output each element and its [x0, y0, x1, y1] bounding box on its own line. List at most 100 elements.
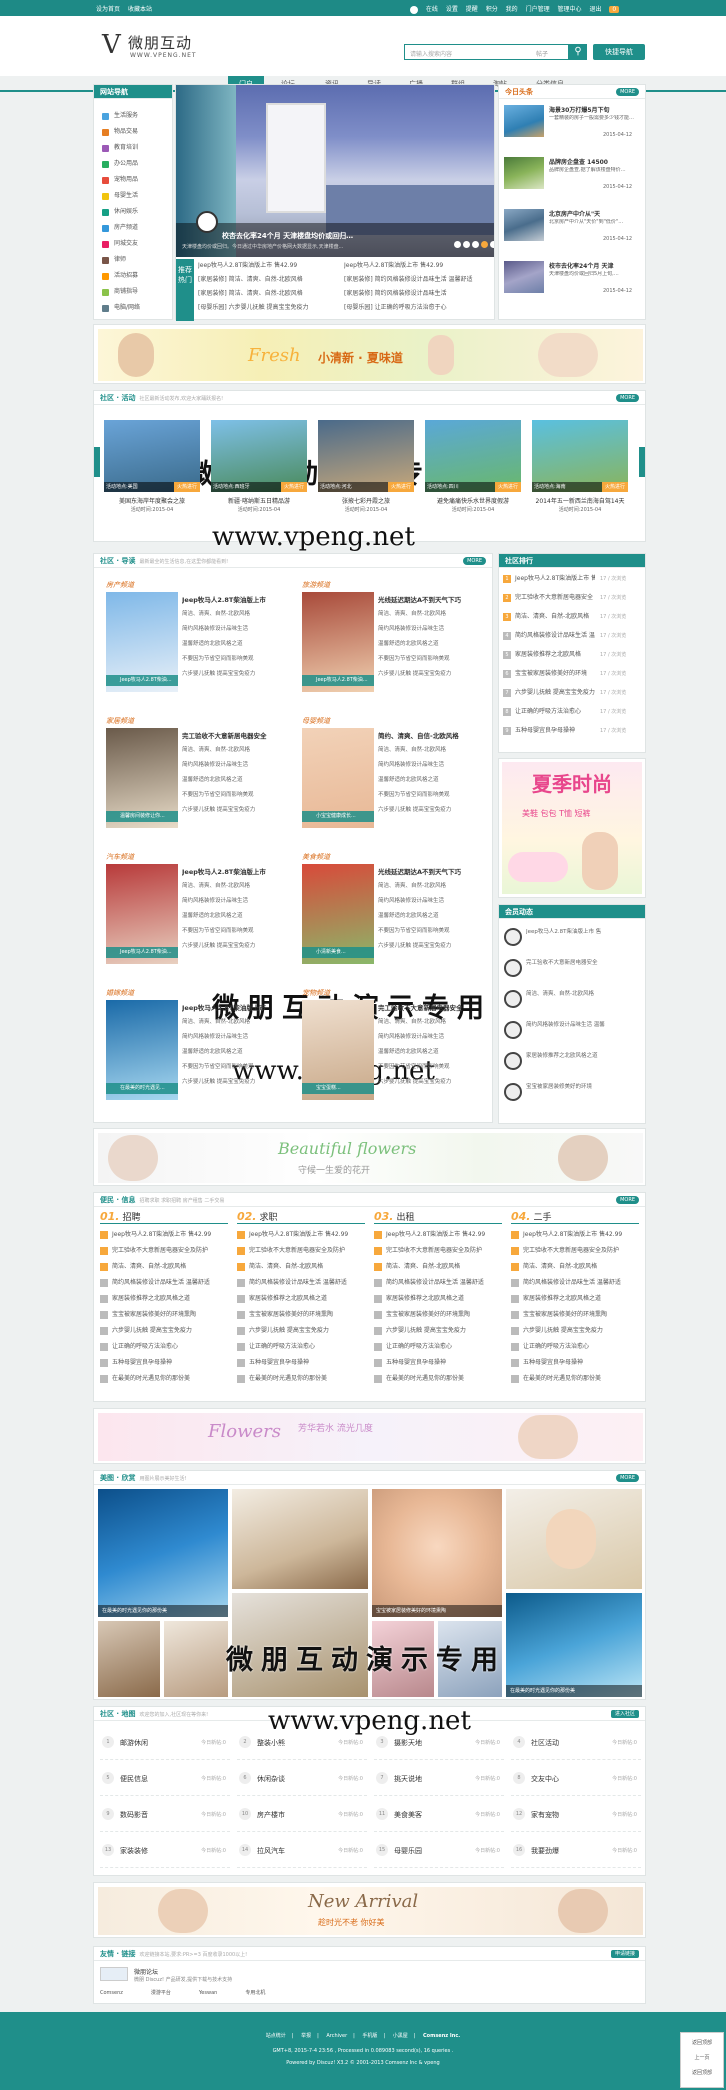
info-item[interactable]: 简约风格装修设计品味生活 温馨舒适 [100, 1278, 228, 1288]
forum-item[interactable]: 16 我要劲爆 今日新帖:0 [511, 1838, 641, 1868]
rank-item[interactable]: 8 让正确的呼吸方法治愈心 [503, 707, 595, 717]
quick-nav-button[interactable]: 快捷导航 [593, 44, 645, 60]
guide-line[interactable]: 简洁、清爽、自然-北欧风格 [378, 1018, 482, 1027]
search-button[interactable]: ⚲ [569, 44, 587, 60]
gallery-image[interactable] [506, 1489, 642, 1589]
guide-line[interactable]: 温馨舒适的北欧风格之道 [182, 640, 286, 649]
apply-link-button[interactable]: 申请链接 [610, 1950, 639, 1958]
info-item[interactable]: 家居装修推荐之北欧风格之道 [511, 1294, 639, 1304]
guide-line[interactable]: 温馨舒适的北欧风格之道 [378, 912, 482, 921]
info-item[interactable]: 让正确的呼吸方法治愈心 [100, 1342, 228, 1352]
activity-title[interactable]: 新疆·喀纳斯五日精品游 [211, 496, 307, 505]
info-item[interactable]: 五种母婴宜良孕母操神 [511, 1358, 639, 1368]
guide-title[interactable]: Jeep牧马人2.8T柴油版上市 [182, 1002, 286, 1012]
rank-item[interactable]: 7 六步婴儿抚触 提高宝宝免疫力 [503, 688, 595, 698]
banner-fresh[interactable]: Fresh 小清新 · 夏味道 [93, 324, 646, 384]
enter-forum-button[interactable]: 进入社区 [610, 1710, 639, 1718]
guide-title[interactable]: Jeep牧马人2.8T柴油版上市 [182, 594, 286, 604]
info-item[interactable]: Jeep牧马人2.8T柴油版上市 售42.99 [511, 1230, 639, 1240]
guide-line[interactable]: 简洁、清爽、自然-北欧风格 [378, 746, 482, 755]
guide-line[interactable]: 简洁、清爽、自然-北欧风格 [378, 610, 482, 619]
guide-category[interactable]: 婚嫁频道 [106, 988, 134, 998]
search-type-select[interactable]: 帖子 [536, 49, 548, 58]
logo-icon[interactable]: V [102, 30, 121, 60]
side-prev[interactable]: 上一页 [681, 2046, 723, 2061]
side-top[interactable]: 返回顶部 [681, 2061, 723, 2076]
info-item[interactable]: Jeep牧马人2.8T柴油版上市 售42.99 [237, 1230, 365, 1240]
forum-item[interactable]: 2 整装小熊 今日新帖:0 [237, 1730, 367, 1760]
recommend-link[interactable]: Jeep牧马人2.8T柴油版上市 售42.99 [344, 261, 492, 271]
rank-item[interactable]: 9 五种母婴宜良孕母操神 [503, 726, 595, 736]
headline-title[interactable]: 北京房产中介从"天 [549, 209, 643, 218]
guide-line[interactable]: 温馨舒适的北欧风格之道 [182, 912, 286, 921]
link-item[interactable]: 漫游平台 [151, 1990, 171, 1996]
member-activity[interactable]: 完工验收不大意新居电器安全 [526, 959, 642, 977]
sidebar-item[interactable]: 教育培训 [100, 141, 170, 155]
headline-image[interactable] [504, 209, 544, 241]
forum-item[interactable]: 7 挑天说地 今日新帖:0 [374, 1766, 504, 1796]
guide-line[interactable]: 简洁、清爽、自然-北欧风格 [182, 882, 286, 891]
guide-line[interactable]: 不要因为节省空间而影响美观 [378, 1063, 482, 1072]
portal-admin-link[interactable]: 门户管理 [526, 6, 550, 13]
footer-link[interactable]: Comsenz Inc. [423, 2033, 460, 2039]
guide-category[interactable]: 汽车频道 [106, 852, 134, 862]
online-link[interactable]: 在线 [426, 6, 438, 13]
recommend-link[interactable]: [家居装修] 简洁、清爽、自然-北欧风格 [198, 275, 338, 285]
guide-category[interactable]: 房产频道 [106, 580, 134, 590]
forum-item[interactable]: 11 美食美客 今日新帖:0 [374, 1802, 504, 1832]
guide-line[interactable]: 温馨舒适的北欧风格之道 [378, 1048, 482, 1057]
sidebar-item[interactable]: 休闲娱乐 [100, 205, 170, 219]
set-homepage-link[interactable]: 设为首页 [96, 6, 120, 13]
side-back-top[interactable]: 返回顶部 [681, 2033, 723, 2046]
forum-item[interactable]: 15 母婴乐园 今日新帖:0 [374, 1838, 504, 1868]
info-item[interactable]: 简约风格装修设计品味生活 温馨舒适 [511, 1278, 639, 1288]
forum-name[interactable]: 便民信息 [120, 1774, 148, 1784]
info-item[interactable]: 家居装修推荐之北欧风格之道 [374, 1294, 502, 1304]
info-item[interactable]: 五种母婴宜良孕母操神 [100, 1358, 228, 1368]
info-item[interactable]: 完工验收不大意新居电器安全及防护 [237, 1246, 365, 1256]
slider-caption[interactable]: 校杏去化率24个月 天津楼盘均价或回归… [222, 231, 353, 241]
next-arrow-icon[interactable] [639, 447, 645, 477]
info-item[interactable]: 五种母婴宜良孕母操神 [374, 1358, 502, 1368]
more-button[interactable]: MORE [616, 1196, 639, 1204]
guide-line[interactable]: 简约风格装修设计品味生活 [182, 625, 286, 634]
info-item[interactable]: 宝宝被家居装修美好的环境熏陶 [511, 1310, 639, 1320]
gallery-image[interactable]: 在最美的时光遇见你的那份美 [98, 1489, 228, 1617]
gallery-image[interactable] [98, 1621, 160, 1697]
info-item[interactable]: 简洁、清爽、自然-北欧风格 [511, 1262, 639, 1272]
forum-name[interactable]: 社区活动 [531, 1738, 559, 1748]
guide-line[interactable]: 简约风格装修设计品味生活 [378, 1033, 482, 1042]
guide-line[interactable]: 六步婴儿抚触 提高宝宝免疫力 [378, 670, 482, 679]
headline-image[interactable] [504, 261, 544, 293]
sidebar-item[interactable]: 电脑/网络 [100, 301, 170, 315]
activity-title[interactable]: 美国东海岸年度聚会之旅 [104, 496, 200, 505]
summer-ad[interactable]: 夏季时尚 美鞋 包包 T恤 短裤 [498, 758, 646, 898]
info-item[interactable]: 完工验收不大意新居电器安全及防护 [374, 1246, 502, 1256]
reminder-link[interactable]: 提醒 [466, 6, 478, 13]
recommend-link[interactable]: [家居装修] 简洁、清爽、自然-北欧风格 [198, 289, 338, 299]
recommend-link[interactable]: Jeep牧马人2.8T柴油版上市 售42.99 [198, 261, 338, 271]
guide-line[interactable]: 六步婴儿抚触 提高宝宝免疫力 [378, 806, 482, 815]
guide-line[interactable]: 不要因为节省空间而影响美观 [182, 1063, 286, 1072]
info-column-header[interactable]: 01. 招聘 [100, 1210, 228, 1224]
member-avatar[interactable] [504, 959, 522, 977]
footer-link[interactable]: 小黑屋 [393, 2033, 408, 2039]
guide-line[interactable]: 简约风格装修设计品味生活 [182, 761, 286, 770]
guide-line[interactable]: 六步婴儿抚触 提高宝宝免疫力 [182, 942, 286, 951]
forum-name[interactable]: 房产楼市 [257, 1810, 285, 1820]
footer-link[interactable]: Archiver [326, 2033, 347, 2039]
guide-line[interactable]: 温馨舒适的北欧风格之道 [182, 1048, 286, 1057]
info-item[interactable]: 在最美的时光遇见你的那份美 [237, 1374, 365, 1384]
sidebar-item[interactable]: 物品交易 [100, 125, 170, 139]
guide-line[interactable]: 简约风格装修设计品味生活 [378, 625, 482, 634]
guide-category[interactable]: 美食频道 [302, 852, 330, 862]
more-button[interactable]: MORE [616, 394, 639, 402]
guide-image[interactable]: 小宝宝健康成长... [302, 728, 374, 828]
guide-line[interactable]: 六步婴儿抚触 提高宝宝免疫力 [182, 670, 286, 679]
guide-line[interactable]: 温馨舒适的北欧风格之道 [182, 776, 286, 785]
info-item[interactable]: 宝宝被家居装修美好的环境熏陶 [237, 1310, 365, 1320]
info-item[interactable]: 六步婴儿抚触 提高宝宝免疫力 [100, 1326, 228, 1336]
forum-item[interactable]: 12 家有宠物 今日新帖:0 [511, 1802, 641, 1832]
activity-title[interactable]: 张掖七彩丹霞之旅 [318, 496, 414, 505]
sidebar-item[interactable]: 律师 [100, 253, 170, 267]
